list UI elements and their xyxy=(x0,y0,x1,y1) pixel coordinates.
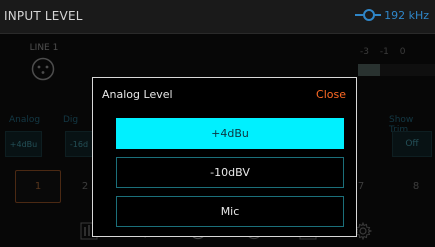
modal-overlay: Analog Level Close +4dBu -10dBV Mic xyxy=(0,34,435,247)
option-minus10dbv[interactable]: -10dBV xyxy=(116,157,344,188)
clock-sync-icon xyxy=(355,9,382,21)
close-button[interactable]: Close xyxy=(316,88,346,101)
app-screen: INPUT LEVEL 192 kHz LINE 1 -3 -1 0 Analo xyxy=(0,0,435,247)
option-plus4dbu[interactable]: +4dBu xyxy=(116,118,344,149)
analog-level-dialog: Analog Level Close +4dBu -10dBV Mic xyxy=(92,77,357,237)
sample-rate-text: 192 kHz xyxy=(384,8,429,22)
header-bar: INPUT LEVEL 192 kHz xyxy=(0,0,435,34)
option-mic[interactable]: Mic xyxy=(116,196,344,227)
page-title: INPUT LEVEL xyxy=(4,9,83,23)
sample-rate-indicator: 192 kHz xyxy=(354,8,429,22)
dialog-title: Analog Level xyxy=(102,88,173,101)
